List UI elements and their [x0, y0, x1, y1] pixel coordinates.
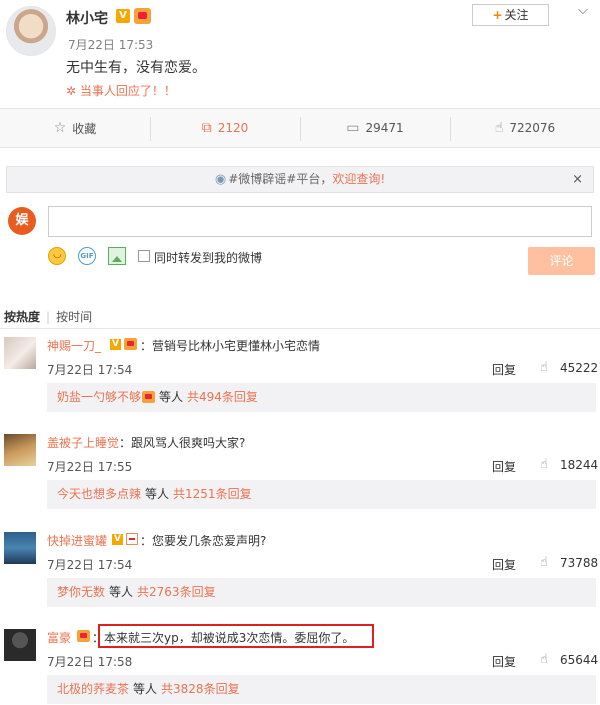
info-icon: ◉	[214, 172, 227, 187]
sort-separator: |	[46, 310, 51, 324]
comment-input[interactable]	[48, 206, 592, 237]
link-icon: ✲	[66, 84, 77, 98]
sub-reply-username[interactable]: 北极的荞麦茶	[57, 682, 129, 696]
post-card: 林小宅 V 7月22日 17:53 无中生有，没有恋爱。 ✲ 当事人回应了！！ …	[0, 0, 600, 108]
thumbs-up-icon[interactable]: ☝	[540, 360, 548, 375]
composer-avatar: 娱	[8, 207, 36, 235]
sub-replies-link[interactable]: 北极的荞麦茶 等人 共3828条回复	[47, 675, 596, 704]
member-crown-icon	[124, 338, 137, 350]
tab-sort-time[interactable]: 按时间	[56, 310, 92, 324]
reply-button[interactable]: 回复	[492, 458, 516, 475]
sub-replies-link[interactable]: 梦你无数 等人 共2763条回复	[47, 578, 596, 607]
tab-sort-hot[interactable]: 按热度	[4, 310, 40, 324]
member-crown-icon	[77, 630, 90, 642]
post-link-text: 当事人回应了！！	[79, 84, 176, 98]
comment-icon: ▭	[346, 120, 360, 136]
comment-count: 29471	[365, 121, 404, 135]
reply-button[interactable]: 回复	[492, 556, 516, 573]
comment-text: ：跟风骂人很爽吗大家?	[119, 436, 246, 450]
avatar[interactable]	[4, 434, 36, 466]
forward-icon: ⧉	[201, 120, 212, 136]
hourglass-icon	[126, 533, 138, 545]
post-username[interactable]: 林小宅	[66, 8, 108, 28]
post-link[interactable]: ✲ 当事人回应了！！	[66, 82, 176, 99]
submit-comment-button[interactable]: 评论	[528, 247, 595, 275]
member-crown-icon	[134, 8, 151, 24]
image-icon[interactable]	[108, 247, 126, 265]
forward-count: 2120	[217, 121, 249, 135]
comment-time: 7月22日 17:54	[47, 363, 133, 377]
post-text: 无中生有，没有恋爱。	[66, 60, 206, 76]
avatar[interactable]	[4, 337, 36, 369]
follow-label: 关注	[504, 8, 529, 22]
thumbs-up-icon[interactable]: ☝	[540, 652, 548, 667]
sub-reply-count[interactable]: 共494条回复	[187, 390, 258, 404]
follow-button[interactable]: + 关注	[472, 4, 549, 26]
post-actions-bar: ☆ 收藏 ⧉ 2120 ▭ 29471 ☝ 722076	[0, 108, 600, 148]
comment-text: ：营销号比林小宅更懂林小宅恋情	[140, 339, 321, 353]
comment-username[interactable]: 盖被子上睡觉	[47, 434, 119, 451]
gif-icon[interactable]: GIF	[78, 247, 96, 265]
repost-checkbox[interactable]	[138, 250, 150, 262]
like-count: 722076	[509, 121, 556, 135]
reply-button[interactable]: 回复	[492, 361, 516, 378]
close-icon[interactable]: ×	[572, 167, 583, 192]
sub-reply-username[interactable]: 今天也想多点辣	[57, 487, 141, 501]
sub-replies-link[interactable]: 奶盐一勺够不够 等人 共494条回复	[47, 383, 596, 412]
divider	[0, 328, 600, 329]
post-time[interactable]: 7月22日 17:53	[68, 36, 153, 53]
comment-username[interactable]: 快掉进蜜罐	[47, 532, 107, 549]
verified-badge-icon: V	[116, 9, 130, 23]
sub-reply-username[interactable]: 梦你无数	[57, 585, 105, 599]
favorite-label: 收藏	[72, 121, 97, 136]
avatar[interactable]	[6, 6, 56, 56]
sub-reply-count[interactable]: 共2763条回复	[137, 585, 216, 599]
thumbs-up-icon[interactable]: ☝	[540, 555, 548, 570]
thumbs-up-icon: ☝	[494, 120, 504, 136]
chevron-down-icon[interactable]: ⌵	[578, 3, 588, 18]
comment-time: 7月22日 17:55	[47, 460, 133, 474]
avatar[interactable]	[4, 532, 36, 564]
like-button[interactable]: ☝ 722076	[450, 109, 600, 147]
sub-reply-mid: 等人	[145, 487, 170, 501]
sub-reply-mid: 等人	[109, 585, 134, 599]
sub-reply-username[interactable]: 奶盐一勺够不够	[57, 390, 141, 404]
verified-badge-icon: V	[112, 534, 123, 545]
comment-time: 7月22日 17:58	[47, 655, 133, 669]
forward-button[interactable]: ⧉ 2120	[150, 109, 300, 147]
favorite-button[interactable]: ☆ 收藏	[0, 109, 150, 147]
rumor-notice-bar: ◉ #微博辟谣#平台，欢迎查询! ×	[6, 166, 594, 193]
sub-reply-mid: 等人	[159, 390, 184, 404]
highlight-annotation-box	[98, 624, 374, 648]
star-icon: ☆	[53, 120, 67, 136]
comment-button[interactable]: ▭ 29471	[300, 109, 450, 147]
repost-label[interactable]: 同时转发到我的微博	[154, 249, 262, 266]
emoji-icon[interactable]	[48, 247, 66, 265]
plus-icon: +	[492, 8, 503, 22]
reply-button[interactable]: 回复	[492, 653, 516, 670]
like-count: 73788	[560, 556, 599, 570]
rumor-text: #微博辟谣#平台，	[228, 172, 333, 186]
sub-reply-mid: 等人	[133, 682, 158, 696]
comment-time: 7月22日 17:54	[47, 558, 133, 572]
like-count: 45222	[560, 361, 599, 375]
rumor-link[interactable]: 欢迎查询!	[332, 172, 385, 186]
comment-text: ：您要发几条恋爱声明?	[140, 534, 267, 548]
avatar[interactable]	[4, 629, 36, 661]
comment-username[interactable]: 神赐一刀_	[47, 337, 101, 354]
sort-tabs: 按热度 | 按时间	[4, 308, 92, 325]
like-count: 18244	[560, 458, 599, 472]
sub-reply-count[interactable]: 共1251条回复	[173, 487, 252, 501]
like-count: 65644	[560, 653, 599, 667]
thumbs-up-icon[interactable]: ☝	[540, 457, 548, 472]
comment-username[interactable]: 富豪	[47, 629, 71, 646]
sub-reply-count[interactable]: 共3828条回复	[161, 682, 240, 696]
member-crown-icon	[142, 391, 156, 403]
verified-badge-icon: V	[110, 339, 121, 350]
sub-replies-link[interactable]: 今天也想多点辣 等人 共1251条回复	[47, 480, 596, 509]
